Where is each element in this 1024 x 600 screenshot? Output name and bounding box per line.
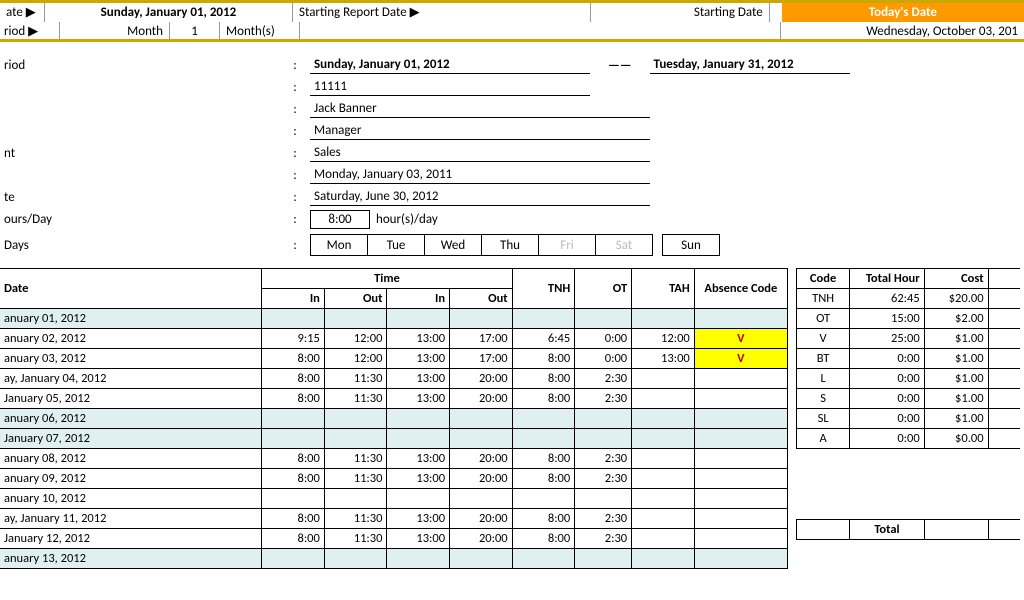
hire-date[interactable]: Monday, January 03, 2011 [310,166,650,184]
total-table: Total [796,519,1020,540]
table-row[interactable]: anuary 06, 2012 [0,409,788,429]
table-row[interactable]: anuary 02, 20129:1512:0013:0017:006:450:… [0,329,788,349]
starting-report-label: Starting Report Date ▶ [293,3,591,22]
summary-row: S0:00$1.00 [797,389,1021,409]
employee-name[interactable]: Jack Banner [310,100,650,118]
table-row[interactable]: anuary 09, 20128:0011:3013:0020:008:002:… [0,469,788,489]
day-sun[interactable]: Sun [662,234,720,256]
day-fri[interactable]: Fri [538,234,596,256]
th-time: Time [262,269,512,289]
leave-date[interactable]: Saturday, June 30, 2012 [310,188,650,206]
hours-unit: hour(s)/day [376,212,438,227]
th-ot: OT [575,269,632,309]
summary-row: BT0:00$1.00 [797,349,1021,369]
info-block: riod : Sunday, January 01, 2012 —— Tuesd… [0,42,1024,262]
th-cost: Cost [924,269,988,289]
table-row[interactable]: anuary 13, 2012 [0,549,788,569]
total-label: Total [850,520,925,540]
th-code: Code [797,269,850,289]
te-label: te [0,190,280,205]
day-tue[interactable]: Tue [367,234,425,256]
day-wed[interactable]: Wed [424,234,482,256]
starting-date-label: Starting Date [591,3,770,22]
row2-gap [300,22,780,39]
table-row[interactable]: anuary 01, 2012 [0,309,788,329]
th-in2: In [387,289,450,309]
hours-day-label: ours/Day [0,212,280,227]
row2: riod ▶ Month 1 Month(s) Wednesday, Octob… [0,22,1024,42]
th-total-hour: Total Hour [850,269,925,289]
th-tnh: TNH [512,269,575,309]
th-abs: Absence Code [694,269,787,309]
th-in1: In [262,289,325,309]
month-label[interactable]: Month [60,22,170,39]
dash-icon: —— [590,58,650,73]
th-tah: TAH [632,269,695,309]
table-row[interactable]: anuary 08, 20128:0011:3013:0020:008:002:… [0,449,788,469]
employee-id[interactable]: 11111 [310,78,590,96]
report-date[interactable]: Sunday, January 01, 2012 [45,3,293,22]
nt-label: nt [0,146,280,161]
topbar-gap [770,3,782,22]
th-out2: Out [450,289,513,309]
th-out1: Out [324,289,387,309]
summary-row: V25:00$1.00 [797,329,1021,349]
summary-row: L0:00$1.00 [797,369,1021,389]
table-row[interactable]: January 05, 20128:0011:3013:0020:008:002… [0,389,788,409]
hours-per-day[interactable]: 8:00 [310,210,370,229]
employee-title[interactable]: Manager [310,122,650,140]
timesheet-table[interactable]: Date Time TNH OT TAH Absence Code In Out… [0,268,788,569]
table-row[interactable]: ay, January 11, 20128:0011:3013:0020:008… [0,509,788,529]
period-row-label: riod [0,58,280,73]
th-date: Date [0,269,262,309]
table-row[interactable]: anuary 03, 20128:0012:0013:0017:008:000:… [0,349,788,369]
day-thu[interactable]: Thu [481,234,539,256]
month-count[interactable]: 1 [170,22,220,39]
table-row[interactable]: ay, January 04, 20128:0011:3013:0020:008… [0,369,788,389]
period-label: riod ▶ [0,22,60,39]
summary-row: SL0:00$1.00 [797,409,1021,429]
period-start[interactable]: Sunday, January 01, 2012 [310,56,590,74]
date-label: ate ▶ [0,3,45,22]
table-row[interactable]: January 12, 20128:0011:3013:0020:008:002… [0,529,788,549]
department[interactable]: Sales [310,144,650,162]
days-label: Days [0,238,280,253]
summary-row: A0:00$0.00 [797,429,1021,449]
summary-row: OT15:00$2.00 [797,309,1021,329]
months-unit: Month(s) [220,22,300,39]
table-row[interactable]: anuary 10, 2012 [0,489,788,509]
today-value: Wednesday, October 03, 201 [780,22,1024,39]
summary-table[interactable]: Code Total Hour Cost TNH62:45$20.00OT15:… [796,268,1020,449]
top-bar: ate ▶ Sunday, January 01, 2012 Starting … [0,0,1024,22]
table-row[interactable]: January 07, 2012 [0,429,788,449]
summary-row: TNH62:45$20.00 [797,289,1021,309]
day-sat[interactable]: Sat [595,234,653,256]
period-end[interactable]: Tuesday, January 31, 2012 [650,56,850,74]
today-header: Today's Date [782,3,1024,22]
day-mon[interactable]: Mon [310,234,368,256]
